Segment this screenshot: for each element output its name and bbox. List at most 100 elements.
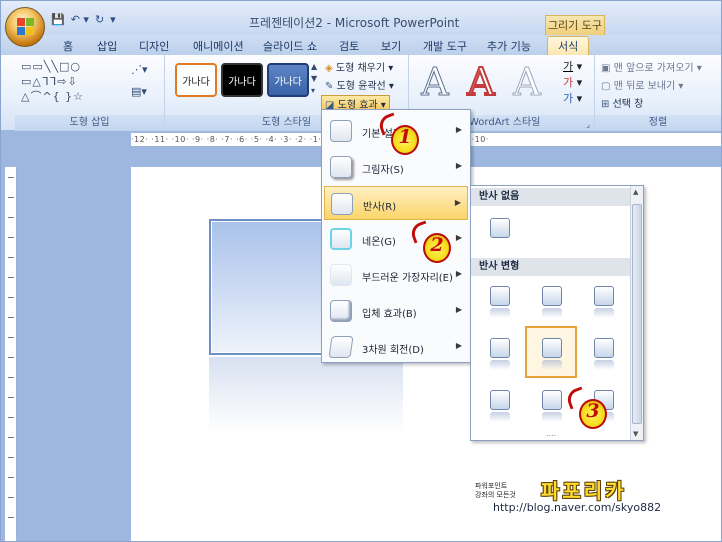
reflection-variation-option[interactable] (475, 328, 525, 378)
group-shape-insert: ▭▭╲╲□○ ▭△ᒣᒣ⇨⇩ △⌒^{ }☆ ⋰▾ ▤▾ 도형 삽입 (15, 55, 165, 131)
watermark-tagline: 파워포인트 강좌의 모든것 (475, 482, 539, 500)
scroll-down-icon[interactable]: ▼ (633, 430, 638, 438)
reflection-variations-header: 반사 변형 (471, 258, 643, 276)
reflection-shadow (490, 412, 510, 422)
selection-pane-label: 선택 창 (612, 99, 644, 110)
shadow-icon (330, 156, 352, 178)
tab-developer[interactable]: 개발 도구 (423, 38, 467, 54)
text-fill-button[interactable]: 가 ▾ (563, 59, 582, 75)
bring-front-label: 맨 앞으로 가져오기 ▾ (613, 63, 702, 74)
wordart-style-1[interactable]: A (413, 61, 457, 104)
paint-bucket-icon: ◈ (325, 63, 333, 74)
tab-insert[interactable]: 삽입 (97, 38, 117, 54)
tab-slideshow[interactable]: 슬라이드 쇼 (263, 38, 317, 54)
window-title: 프레젠테이션2 - Microsoft PowerPoint (249, 16, 460, 30)
text-effects-button[interactable]: 가 ▾ (563, 91, 582, 107)
reflection-shadow (490, 360, 510, 370)
office-button[interactable] (5, 7, 45, 47)
tab-animation[interactable]: 애니메이션 (193, 38, 244, 54)
menu-item-label: 네온(G) (362, 237, 396, 248)
no-reflection-header: 반사 없음 (471, 188, 643, 206)
shape-fill-button[interactable]: ◈ 도형 채우기 ▾ (325, 59, 393, 74)
bevel-icon (330, 300, 352, 322)
reflection-shadow (594, 308, 614, 318)
reflection-preview-icon (490, 218, 510, 238)
send-back-label: 맨 뒤로 보내기 ▾ (613, 81, 684, 92)
reflection-variation-option[interactable] (527, 276, 577, 326)
menu-item-bevel[interactable]: 입체 효과(B) ▶ (324, 294, 468, 328)
selection-pane-button[interactable]: ⊞ 선택 창 (601, 95, 643, 110)
marker-number: 2 (430, 234, 444, 256)
watermark-brand: 파포리카 (541, 479, 627, 503)
dialog-launcher-icon[interactable]: ⌟ (586, 120, 590, 129)
reflection-shadow (542, 308, 562, 318)
undo-icon[interactable]: ↶ ▾ (71, 13, 89, 26)
gallery-scroll-icon[interactable]: ▲ ▼ ▾ (311, 61, 317, 97)
reflection-variation-option[interactable] (475, 276, 525, 326)
edit-shape-icon[interactable]: ⋰▾ (131, 63, 148, 76)
preset-icon (330, 120, 352, 142)
tab-view[interactable]: 보기 (381, 38, 401, 54)
shapes-row-2: ▭△ᒣᒣ⇨⇩ (21, 75, 78, 88)
submenu-arrow-icon: ▶ (455, 305, 462, 314)
tab-review[interactable]: 검토 (339, 38, 359, 54)
menu-item-reflection[interactable]: 반사(R) ▶ (324, 186, 468, 220)
wordart-style-2[interactable]: A (459, 60, 503, 104)
soft-edges-icon (330, 264, 352, 286)
text-outline-button[interactable]: 가 ▾ (563, 75, 582, 91)
menu-item-label: 그림자(S) (362, 165, 404, 176)
3d-rotation-icon (328, 336, 354, 358)
submenu-scrollbar[interactable]: ▲ ▼ (630, 186, 643, 440)
submenu-arrow-icon: ▶ (455, 233, 462, 242)
scroll-up-icon[interactable]: ▲ (633, 188, 638, 196)
reflection-shadow (490, 308, 510, 318)
marker-number: 3 (586, 400, 600, 422)
watermark-tagline-2: 강좌의 모든것 (475, 491, 516, 499)
reflection-variation-option[interactable] (579, 276, 629, 326)
shapes-gallery[interactable]: ▭▭╲╲□○ ▭△ᒣᒣ⇨⇩ △⌒^{ }☆ (21, 59, 125, 104)
reflection-variation-option[interactable] (475, 380, 525, 430)
vertical-ruler (5, 167, 17, 541)
reflection-preview-icon (490, 338, 510, 358)
reflection-variation-option[interactable] (579, 328, 629, 378)
marker-number: 1 (398, 126, 412, 148)
group-arrange: ▣ 맨 앞으로 가져오기 ▾ ▢ 맨 뒤로 보내기 ▾ ⊞ 선택 창 정렬 (595, 55, 721, 131)
selection-pane-icon: ⊞ (601, 99, 610, 110)
shapes-row-1: ▭▭╲╲□○ (21, 60, 82, 73)
step-marker-3: 3 (564, 386, 609, 429)
shape-style-swatch-3[interactable]: 가나다 (267, 63, 309, 97)
redo-icon[interactable]: ↻ (95, 13, 104, 26)
reflection-variation-option-selected[interactable] (525, 326, 577, 378)
send-to-back-button[interactable]: ▢ 맨 뒤로 보내기 ▾ (601, 77, 683, 92)
menu-item-soft-edges[interactable]: 부드러운 가장자리(E) ▶ (324, 258, 468, 292)
reflection-preview-icon (542, 390, 562, 410)
menu-item-label: 입체 효과(B) (362, 309, 417, 320)
wordart-style-3[interactable]: A (505, 61, 549, 104)
office-logo-icon (17, 18, 35, 36)
reflection-preview-icon (542, 286, 562, 306)
reflection-icon (331, 193, 353, 215)
menu-item-shadow[interactable]: 그림자(S) ▶ (324, 150, 468, 184)
tab-format[interactable]: 서식 (547, 36, 590, 55)
reflection-none-option[interactable] (475, 208, 525, 258)
tab-addins[interactable]: 추가 기능 (487, 38, 531, 54)
customize-qat-icon[interactable]: ▾ (110, 13, 116, 26)
shape-outline-label: 도형 윤곽선 ▾ (336, 81, 394, 92)
shape-outline-button[interactable]: ✎ 도형 윤곽선 ▾ (325, 77, 394, 92)
tab-home[interactable]: 홈 (63, 38, 73, 54)
text-box-icon[interactable]: ▤▾ (131, 85, 147, 98)
shape-style-swatch-1[interactable]: 가나다 (175, 63, 217, 97)
watermark-url: http://blog.naver.com/skyo882 (493, 501, 662, 514)
title-bar: 💾 ↶ ▾ ↻ ▾ 프레젠테이션2 - Microsoft PowerPoint… (1, 1, 721, 47)
shape-fill-label: 도형 채우기 ▾ (335, 63, 394, 74)
shape-style-swatch-2[interactable]: 가나다 (221, 63, 263, 97)
resize-grip[interactable]: .... (471, 430, 631, 440)
scrollbar-thumb[interactable] (632, 204, 642, 424)
group-label-arrange: 정렬 (595, 115, 721, 131)
save-icon[interactable]: 💾 (51, 13, 65, 26)
menu-item-label: 3차원 회전(D) (362, 345, 424, 356)
bring-to-front-button[interactable]: ▣ 맨 앞으로 가져오기 ▾ (601, 59, 702, 74)
tab-design[interactable]: 디자인 (139, 38, 169, 54)
menu-item-label: 반사(R) (363, 202, 397, 213)
menu-item-3d-rotation[interactable]: 3차원 회전(D) ▶ (324, 330, 468, 364)
